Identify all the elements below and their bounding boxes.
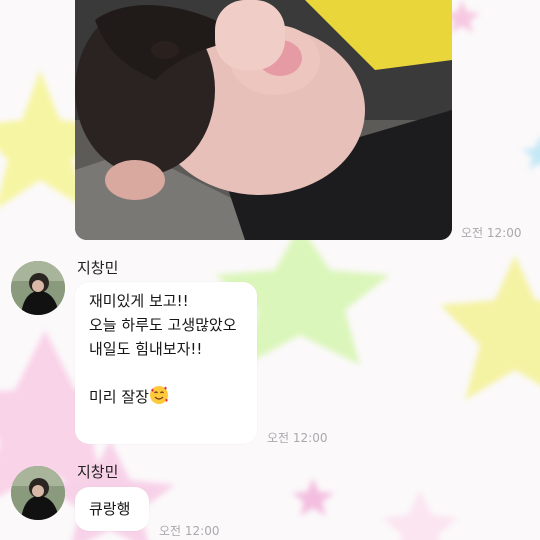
star-yellow-right (440, 255, 540, 400)
message-timestamp: 오전 12:00 (267, 431, 328, 445)
sender-name: 지창민 (77, 259, 119, 277)
photo-message[interactable] (75, 0, 452, 240)
message-bubble[interactable]: 큐랑행 (75, 487, 149, 531)
avatar[interactable] (11, 466, 65, 520)
avatar[interactable] (11, 261, 65, 315)
smiling-face-with-hearts-icon (149, 385, 169, 412)
message-line: 내일도 힘내보자!! (89, 340, 203, 358)
message-line (89, 361, 243, 385)
message-line-text: 미리 잘장 (89, 388, 149, 406)
message-timestamp: 오전 12:00 (159, 524, 220, 538)
star-pink-mid-right (382, 490, 458, 540)
message-line: 오늘 하루도 고생많았오 (89, 316, 237, 334)
star-pink-small (292, 478, 334, 516)
photo-timestamp: 오전 12:00 (461, 226, 522, 240)
sender-name: 지창민 (77, 463, 119, 481)
message-line: 큐랑행 (89, 500, 131, 518)
star-blue-right (522, 135, 540, 170)
message-bubble[interactable]: 재미있게 보고!! 오늘 하루도 고생많았오 내일도 힘내보자!! 미리 잘장 (75, 282, 257, 444)
message-line-last: 미리 잘장 (89, 385, 243, 412)
message-line: 재미있게 보고!! (89, 292, 189, 310)
